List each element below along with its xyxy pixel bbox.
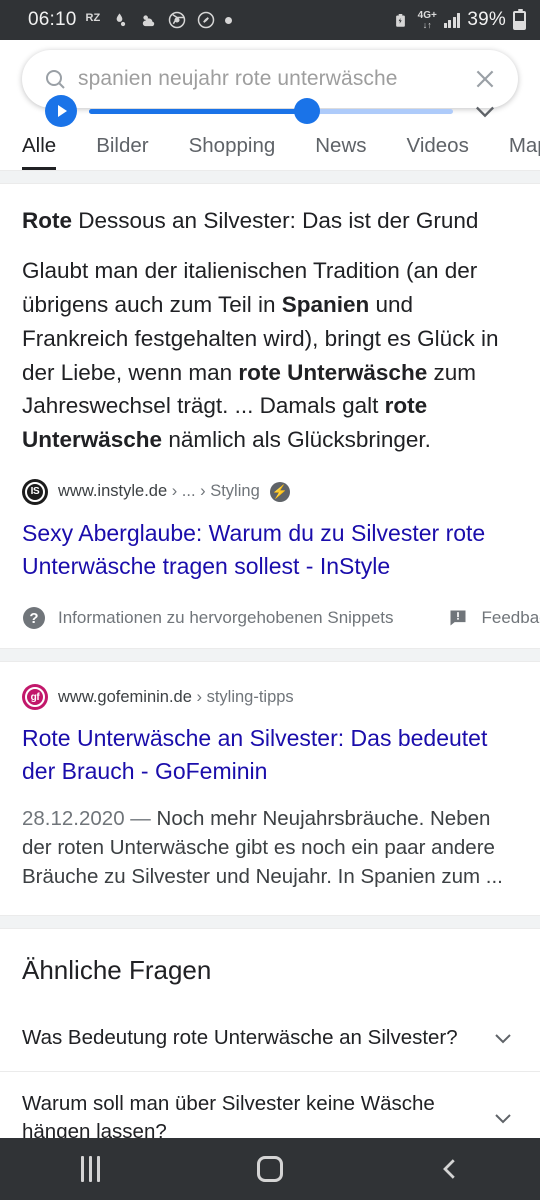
tab-bilder[interactable]: Bilder <box>96 134 148 170</box>
result-snippet: 28.12.2020 — Noch mehr Neujahrsbräuche. … <box>22 788 518 891</box>
battery-percent-label: 39% <box>467 9 506 30</box>
source-domain: www.instyle.de <box>58 482 168 501</box>
chevron-down-icon[interactable] <box>488 1106 518 1130</box>
gofeminin-favicon: gf <box>22 684 48 711</box>
instyle-favicon: IS <box>22 478 48 505</box>
play-icon[interactable] <box>45 95 77 127</box>
rz-label-icon: RZ <box>85 11 101 24</box>
recents-icon[interactable] <box>45 1138 135 1200</box>
chevron-down-icon[interactable] <box>465 97 505 125</box>
favicon-label: IS <box>25 481 45 502</box>
fs-body-3: rote Unterwäsche <box>238 359 428 385</box>
paa-heading: Ähnliche Fragen <box>22 954 212 985</box>
featured-snippet-title: Rote Dessous an Silvester: Das ist der G… <box>22 184 518 236</box>
do-not-disturb-icon <box>109 10 129 30</box>
feedback-flag-icon <box>446 606 470 630</box>
status-bar-left: 06:10 RZ <box>14 9 233 31</box>
fs-body-6: nämlich als Glücksbringer. <box>162 427 431 453</box>
network-type-label: 4G+ <box>417 9 437 21</box>
search-bar-area: spanien neujahr rote unterwäsche <box>0 40 540 127</box>
result-source[interactable]: gf www.gofeminin.de › styling-tipps <box>22 662 518 711</box>
tab-videos[interactable]: Videos <box>407 134 469 170</box>
media-volume-overlay[interactable] <box>45 88 505 134</box>
result-domain: www.gofeminin.de <box>58 687 192 706</box>
android-navigation-bar[interactable] <box>0 1138 540 1200</box>
chrome-icon <box>167 10 187 30</box>
result-bottom-gap <box>0 891 540 915</box>
tab-alle[interactable]: Alle <box>22 134 57 170</box>
tab-maps[interactable]: Maps <box>509 134 540 170</box>
status-clock: 06:10 <box>28 9 77 30</box>
back-icon[interactable] <box>405 1138 495 1200</box>
status-bar-right: 4G+ ↓↑ 39% <box>391 8 526 31</box>
signal-bars-icon <box>443 12 461 28</box>
paa-item[interactable]: Was Bedeutung rote Unterwäsche an Silves… <box>0 1006 540 1071</box>
favicon-label: gf <box>25 687 45 708</box>
result-breadcrumb: › styling-tipps <box>191 687 294 706</box>
snippet-info-label[interactable]: Informationen zu hervorgehobenen Snippet… <box>58 608 394 628</box>
fs-title-bold: Rote <box>22 208 72 233</box>
section-divider-2 <box>0 648 540 663</box>
fs-body-1: Spanien <box>281 292 370 318</box>
paa-list: Was Bedeutung rote Unterwäsche an Silves… <box>0 1006 540 1138</box>
featured-snippet-link[interactable]: Sexy Aberglaube: Warum du zu Silvester r… <box>22 505 518 582</box>
slider-track-fill <box>89 108 308 114</box>
tab-news[interactable]: News <box>315 134 366 170</box>
status-bar: 06:10 RZ 4G+ ↓↑ 39% <box>0 0 540 40</box>
featured-snippet-source[interactable]: IS www.instyle.de › ... › Styling ⚡ <box>22 457 518 505</box>
featured-snippet-body: Glaubt man der italienischen Tradition (… <box>22 236 518 457</box>
result-link-title[interactable]: Rote Unterwäsche an Silvester: Das bedeu… <box>22 710 518 787</box>
fs-title-rest: Dessous an Silvester: Das ist der Grund <box>72 208 479 233</box>
chevron-down-icon[interactable] <box>488 1026 518 1050</box>
result-snippet-dash: — <box>124 806 157 830</box>
source-breadcrumb: › ... › Styling <box>167 482 260 501</box>
volume-slider[interactable] <box>89 95 453 127</box>
battery-saver-icon <box>391 10 411 30</box>
result-snippet-date: 28.12.2020 <box>22 806 125 830</box>
question-mark-icon: ? <box>22 606 46 630</box>
phone-screen: 06:10 RZ 4G+ ↓↑ 39% spanien neujahr rote… <box>0 0 540 1200</box>
source-url[interactable]: www.instyle.de › ... › Styling <box>58 482 260 501</box>
featured-snippet: Rote Dessous an Silvester: Das ist der G… <box>0 184 540 582</box>
more-dot-icon <box>225 16 233 24</box>
network-type-indicator: 4G+ ↓↑ <box>417 9 437 30</box>
results-scroll-area[interactable]: Rote Dessous an Silvester: Das ist der G… <box>0 170 540 1138</box>
section-divider-3 <box>0 914 540 929</box>
people-also-ask: Ähnliche Fragen Was Bedeutung rote Unter… <box>0 929 540 1138</box>
paa-question[interactable]: Was Bedeutung rote Unterwäsche an Silves… <box>22 1006 488 1071</box>
result-url[interactable]: www.gofeminin.de › styling-tipps <box>58 688 294 707</box>
paa-question[interactable]: Warum soll man über Silvester keine Wäsc… <box>22 1072 488 1138</box>
amp-lightning-icon: ⚡ <box>269 481 290 502</box>
feedback-label[interactable]: Feedback geben <box>482 608 540 628</box>
shazam-icon <box>196 10 216 30</box>
snippet-feedback-row[interactable]: ? Informationen zu hervorgehobenen Snipp… <box>0 582 540 648</box>
slider-thumb[interactable] <box>294 98 321 124</box>
home-icon[interactable] <box>225 1138 315 1200</box>
section-divider <box>0 170 540 184</box>
tab-shopping[interactable]: Shopping <box>189 134 276 170</box>
paa-item[interactable]: Warum soll man über Silvester keine Wäsc… <box>0 1070 540 1138</box>
search-result: gf www.gofeminin.de › styling-tipps Rote… <box>0 662 540 891</box>
battery-icon <box>513 8 526 30</box>
weather-icon <box>138 10 158 30</box>
